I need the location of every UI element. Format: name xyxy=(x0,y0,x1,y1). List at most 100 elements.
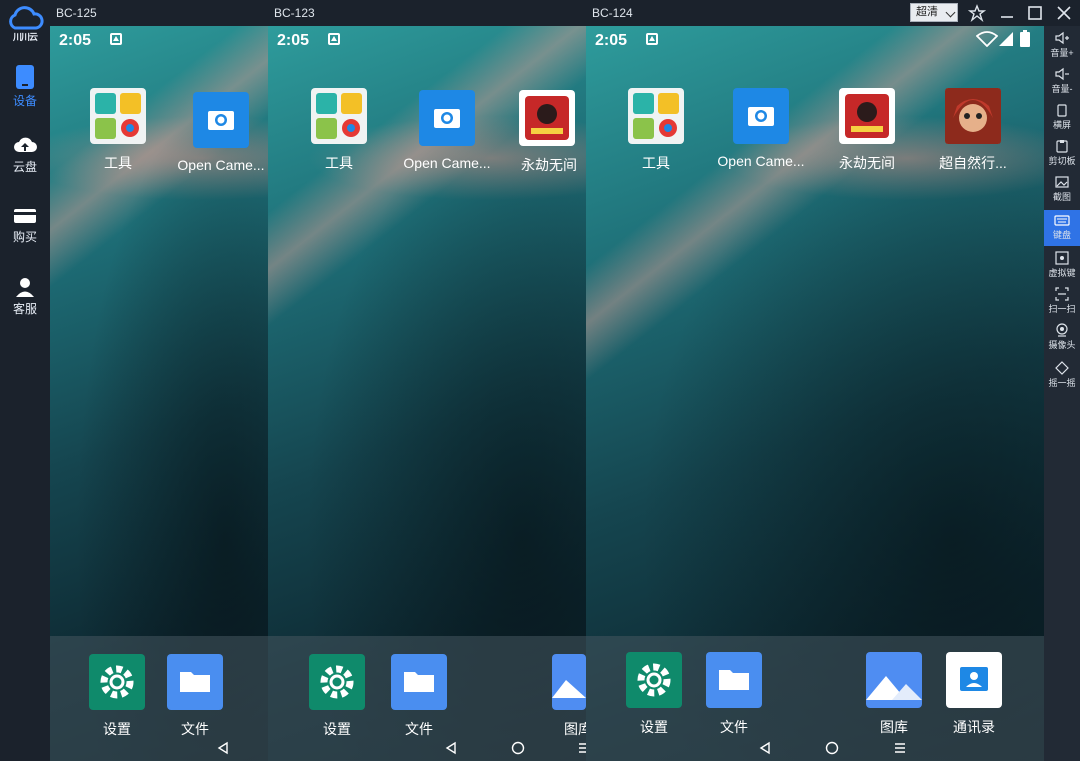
tool-volume-down[interactable]: 音量- xyxy=(1044,64,1080,100)
app-gallery[interactable]: 图库 xyxy=(849,652,939,737)
settings-gear-icon xyxy=(626,652,682,708)
menu-icon[interactable] xyxy=(895,741,905,755)
quality-select[interactable]: 超清 xyxy=(910,3,958,22)
cloud-upload-icon xyxy=(14,137,37,152)
app-label: Open Came... xyxy=(403,155,491,171)
app-game-yongjie[interactable]: 永劫无间 xyxy=(508,90,586,175)
notification-icon xyxy=(110,33,122,45)
home-icon[interactable] xyxy=(511,741,525,755)
app-tools[interactable]: 工具 xyxy=(294,88,384,173)
app-files[interactable]: 文件 xyxy=(689,652,779,737)
volume-up-icon xyxy=(1055,31,1069,45)
status-time: 2:05 xyxy=(59,32,92,49)
sidebar-item-cloud-disk[interactable]: 云盘 xyxy=(0,130,50,184)
tool-keyboard[interactable]: 键盘 xyxy=(1044,210,1080,246)
app-open-camera[interactable]: Open Came... xyxy=(176,92,266,173)
tool-label: 虚拟键 xyxy=(1048,268,1076,278)
folder-icon xyxy=(706,652,762,708)
phone-screen-bc-123[interactable]: 2:05 工具 Open Came... 永劫无间 设置 文件 图库 xyxy=(268,26,586,761)
back-icon[interactable] xyxy=(444,741,458,755)
app-contacts[interactable]: 通讯录 xyxy=(929,652,1019,737)
notification-icon xyxy=(646,33,658,45)
tool-label: 扫一扫 xyxy=(1048,304,1076,314)
back-icon[interactable] xyxy=(216,741,230,755)
app-settings[interactable]: 设置 xyxy=(292,654,382,739)
app-open-camera[interactable]: Open Came... xyxy=(402,90,492,171)
sidebar-item-label: 购买 xyxy=(12,230,37,244)
tool-rotate[interactable]: 横屏 xyxy=(1044,100,1080,136)
app-settings[interactable]: 设置 xyxy=(609,652,699,737)
tool-label: 音量- xyxy=(1051,84,1073,94)
scan-icon xyxy=(1055,287,1069,301)
tool-screenshot[interactable]: 截图 xyxy=(1044,172,1080,208)
clipboard-icon xyxy=(1056,140,1068,153)
nav-bar xyxy=(586,733,1044,761)
app-label: 工具 xyxy=(104,155,132,171)
app-settings[interactable]: 设置 xyxy=(72,654,162,739)
tool-virtual-key[interactable]: 虚拟键 xyxy=(1044,248,1080,284)
app-files[interactable]: 文件 xyxy=(374,654,464,739)
phone-screen-bc-124[interactable]: 2:05 工具 Open Came... 永劫无间 超自然行... 设置 文件 … xyxy=(586,26,1044,761)
app-game-yongjie[interactable]: 永劫无间 xyxy=(822,88,912,173)
tool-label: 截图 xyxy=(1052,192,1071,202)
volume-down-icon xyxy=(1055,67,1069,81)
folder-icon xyxy=(167,654,223,710)
sidebar-item-buy[interactable]: 购买 xyxy=(0,200,50,254)
sidebar-item-label: 设备 xyxy=(12,94,37,108)
window-titlebar-1: BC-125 xyxy=(50,0,268,26)
pin-icon[interactable] xyxy=(968,4,986,22)
logo-text: 川川云 xyxy=(12,32,38,42)
tool-label: 音量+ xyxy=(1050,48,1074,58)
right-toolbar: 音量+ 音量- 横屏 剪切板 截图 键盘 虚拟键 扫一扫 摄像头 摇一摇 xyxy=(1044,26,1080,761)
tool-label: 键盘 xyxy=(1052,230,1071,240)
tool-clipboard[interactable]: 剪切板 xyxy=(1044,136,1080,172)
app-files[interactable]: 文件 xyxy=(150,654,240,739)
quality-value: 超清 xyxy=(916,6,938,18)
folder-icon xyxy=(391,654,447,710)
app-gallery-partial[interactable]: 图库 xyxy=(552,654,586,739)
app-label: Open Came... xyxy=(717,153,805,169)
maximize-icon[interactable] xyxy=(1026,4,1044,22)
tool-label: 摄像头 xyxy=(1048,340,1076,350)
phone-screen-bc-125[interactable]: 2:05 工具 Open Came... 设置 文件 xyxy=(50,26,268,761)
virtual-key-icon xyxy=(1055,251,1069,265)
app-tools[interactable]: 工具 xyxy=(611,88,701,173)
app-tools[interactable]: 工具 xyxy=(73,88,163,173)
status-bar: 2:05 xyxy=(50,26,268,54)
status-time: 2:05 xyxy=(277,32,310,49)
card-icon xyxy=(14,209,36,223)
wifi-icon xyxy=(976,31,998,47)
tool-label: 剪切板 xyxy=(1048,156,1076,166)
left-sidebar: 川川云 设备 云盘 购买 客服 xyxy=(0,0,50,761)
close-icon[interactable] xyxy=(1055,4,1073,22)
settings-gear-icon xyxy=(309,654,365,710)
settings-gear-icon xyxy=(89,654,145,710)
home-icon[interactable] xyxy=(825,741,839,755)
shake-icon xyxy=(1055,361,1069,375)
tool-shake[interactable]: 摇一摇 xyxy=(1044,358,1080,394)
sidebar-item-support[interactable]: 客服 xyxy=(0,270,50,324)
app-game-supernatural[interactable]: 超自然行... xyxy=(928,88,1018,173)
camera-app-icon xyxy=(733,88,789,144)
sidebar-item-devices[interactable]: 设备 xyxy=(0,58,50,112)
tool-camera[interactable]: 摄像头 xyxy=(1044,320,1080,356)
tool-scan[interactable]: 扫一扫 xyxy=(1044,284,1080,320)
tool-label: 横屏 xyxy=(1052,120,1071,130)
minimize-icon[interactable] xyxy=(998,4,1016,22)
rotate-icon xyxy=(1057,104,1067,117)
camera-icon xyxy=(1056,323,1068,337)
app-label: 工具 xyxy=(642,155,670,171)
tool-volume-up[interactable]: 音量+ xyxy=(1044,28,1080,64)
status-time: 2:05 xyxy=(595,32,628,49)
menu-icon[interactable] xyxy=(579,741,586,755)
sidebar-item-label: 云盘 xyxy=(12,160,37,174)
back-icon[interactable] xyxy=(758,741,772,755)
window-titlebar-2: BC-123 xyxy=(268,0,586,26)
app-open-camera[interactable]: Open Came... xyxy=(716,88,806,169)
sidebar-item-label: 客服 xyxy=(12,302,37,316)
app-label: 工具 xyxy=(325,155,353,171)
tools-folder-icon xyxy=(90,88,146,144)
window-title: BC-123 xyxy=(274,6,315,20)
window-title: BC-125 xyxy=(56,6,97,20)
status-bar: 2:05 xyxy=(586,26,1044,54)
